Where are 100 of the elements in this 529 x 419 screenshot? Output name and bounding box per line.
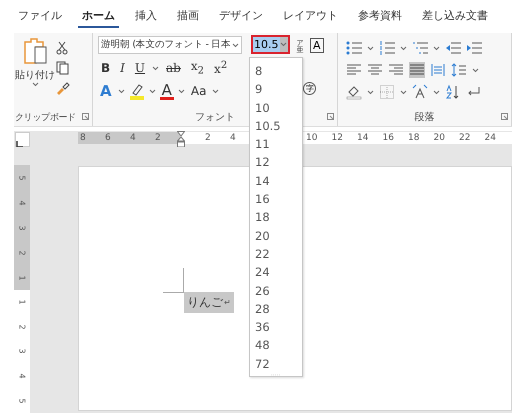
increase-indent-icon[interactable] — [466, 40, 482, 56]
font-size-option[interactable]: 16 — [250, 189, 302, 208]
caret-icon[interactable] — [178, 88, 185, 94]
ruler-number: 2 — [155, 132, 161, 144]
character-border-button[interactable]: A — [310, 38, 324, 53]
ruler-number: 22 — [459, 132, 470, 144]
font-size-option[interactable]: 18 — [250, 207, 302, 226]
font-size-option[interactable]: 12 — [250, 152, 302, 171]
tab-stop-icon — [16, 141, 23, 148]
ruler-number: 5 — [17, 174, 27, 180]
font-name-text: 游明朝 (本文のフォント - 日本 — [101, 38, 230, 52]
format-button[interactable]: ab — [163, 59, 184, 77]
align-button[interactable] — [430, 62, 446, 78]
caret-icon[interactable] — [400, 46, 407, 50]
font-size-option[interactable]: 36 — [250, 317, 302, 336]
format-button[interactable]: x$_{2}$ — [188, 59, 208, 77]
format-button[interactable]: U — [132, 59, 148, 77]
ruler-number: 14 — [357, 132, 368, 144]
font-name-dropdown[interactable]: 游明朝 (本文のフォント - 日本 — [98, 36, 242, 54]
paintbrush-icon[interactable] — [56, 81, 70, 95]
format-button[interactable]: I — [117, 59, 128, 77]
caret-icon[interactable] — [232, 42, 240, 48]
caret-icon[interactable] — [433, 90, 440, 94]
font-size-option[interactable]: 28 — [250, 298, 302, 318]
ruler-number: 4 — [17, 374, 27, 379]
font-size-option[interactable]: 24 — [250, 262, 302, 281]
caret-icon[interactable] — [367, 90, 374, 94]
caret-icon[interactable] — [148, 88, 156, 94]
font-size-option[interactable]: 26 — [250, 280, 302, 299]
format-button[interactable]: A — [98, 81, 114, 101]
caret-icon[interactable] — [472, 68, 479, 72]
ribbon-tab[interactable]: ファイル — [14, 6, 66, 28]
font-size-value: 10.5 — [253, 37, 280, 52]
caret-icon[interactable] — [212, 88, 220, 94]
caret-icon[interactable] — [118, 88, 125, 94]
ribbon-tab[interactable]: 参考資料 — [354, 6, 406, 28]
decrease-indent-icon[interactable] — [445, 40, 461, 56]
paragraph-mark: ↵ — [224, 298, 231, 307]
multilevel-list-icon[interactable] — [412, 40, 428, 56]
caret-icon[interactable] — [152, 66, 160, 70]
crop-mark — [163, 268, 184, 293]
format-button[interactable]: A — [160, 82, 174, 100]
dialog-launcher-icon[interactable] — [501, 113, 508, 120]
ribbon-tab[interactable]: 差し込み文書 — [418, 6, 492, 28]
indent-marker-icon[interactable] — [177, 131, 185, 149]
font-size-option[interactable]: 22 — [250, 244, 302, 262]
align-button[interactable] — [409, 62, 425, 78]
ruler-number: 24 — [484, 132, 496, 144]
format-button[interactable]: x$^{2}$ — [211, 59, 230, 77]
tab-selector[interactable] — [15, 132, 30, 147]
ruler-number: 3 — [17, 224, 27, 230]
font-size-field[interactable]: 10.5 — [251, 35, 290, 54]
ribbon-tab[interactable]: レイアウト — [279, 6, 342, 28]
ribbon-tab[interactable]: ホーム — [78, 6, 119, 28]
clipboard-icon[interactable] — [22, 37, 48, 65]
ribbon-tab[interactable]: 挿入 — [131, 6, 161, 28]
ruler-number: 20 — [434, 132, 445, 144]
ruler-number: 1 — [17, 300, 27, 305]
dialog-launcher-icon[interactable] — [82, 113, 89, 120]
scissors-icon[interactable] — [56, 41, 68, 55]
ribbon-tab[interactable]: 描画 — [173, 6, 203, 28]
ruler-number: 4 — [17, 200, 27, 206]
font-size-option[interactable]: 72 — [250, 354, 302, 372]
ruler-number: 1 — [17, 274, 27, 280]
ruler-number: 3 — [17, 348, 27, 354]
ruler-number: 4 — [130, 132, 136, 144]
caret-icon[interactable] — [32, 82, 38, 87]
group-label: フォント — [195, 111, 235, 125]
caret-icon[interactable] — [280, 42, 287, 47]
ruler-number: 2 — [17, 324, 27, 330]
caret-icon[interactable] — [433, 46, 440, 50]
ruler-number: 2 — [17, 250, 27, 256]
line-spacing-icon[interactable] — [451, 62, 467, 78]
group-label: 段落 — [414, 111, 434, 125]
sort-icon[interactable] — [445, 84, 461, 100]
copy-icon[interactable] — [56, 61, 69, 75]
format-button[interactable]: Aa — [188, 81, 208, 101]
asian-layout-icon[interactable] — [412, 84, 428, 100]
ruler-number: 18 — [408, 132, 420, 144]
font-size-option[interactable]: 48 — [250, 335, 302, 354]
ruler-number: 10 — [306, 132, 318, 144]
format-button[interactable]: B — [98, 59, 114, 77]
font-size-option[interactable]: 8 — [250, 61, 302, 80]
font-size-option[interactable]: 20 — [250, 226, 302, 244]
font-size-option[interactable]: 14 — [250, 170, 302, 190]
numbering-icon[interactable] — [379, 40, 395, 56]
font-size-option[interactable]: 11 — [250, 134, 302, 152]
font-size-option[interactable]: 9 — [250, 79, 302, 98]
ruler-number: 12 — [332, 132, 343, 144]
font-size-option[interactable]: 10 — [250, 98, 302, 116]
caret-icon[interactable] — [400, 90, 407, 94]
shading-icon[interactable] — [346, 84, 362, 100]
font-size-option[interactable]: 10.5 — [250, 116, 302, 134]
highlighter-icon[interactable] — [128, 82, 145, 100]
ruler-number: 6 — [105, 132, 111, 144]
dialog-launcher-icon[interactable] — [327, 113, 334, 120]
bullets-icon[interactable] — [346, 40, 362, 56]
paste-label[interactable]: 貼り付け — [15, 68, 55, 82]
ribbon-tab[interactable]: デザイン — [215, 6, 267, 28]
caret-icon[interactable] — [367, 46, 374, 50]
